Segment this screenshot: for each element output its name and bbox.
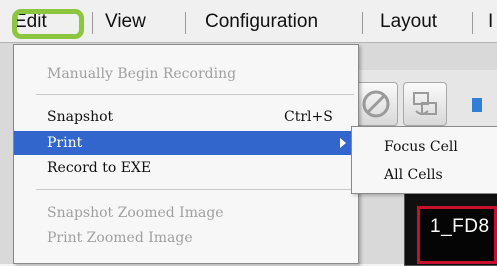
menu-item-shortcut: Ctrl+S — [284, 109, 333, 125]
network-camera-button[interactable] — [403, 82, 447, 126]
video-cell-label: 1_FD8 — [430, 216, 490, 237]
menu-item-label: Record to EXE — [47, 160, 152, 176]
menu-item-label: Print Zoomed Image — [47, 230, 193, 246]
menu-bar: Edit View Configuration Layout I — [0, 0, 497, 43]
menu-view[interactable]: View — [105, 8, 146, 36]
edit-dropdown-menu: Manually Begin Recording Snapshot Ctrl+S… — [13, 44, 359, 264]
menu-edit[interactable]: Edit — [14, 8, 47, 36]
menu-item-manually-begin-recording[interactable]: Manually Begin Recording — [14, 62, 358, 86]
menu-item-print-zoomed-image[interactable]: Print Zoomed Image — [14, 226, 358, 250]
menu-separator — [185, 12, 186, 34]
menu-item-record-to-exe[interactable]: Record to EXE — [14, 156, 358, 180]
menu-separator — [36, 94, 354, 95]
menu-layout[interactable]: Layout — [380, 8, 437, 36]
menu-separator — [472, 12, 473, 34]
menu-item-snapshot[interactable]: Snapshot Ctrl+S — [14, 105, 358, 129]
menu-item-label: Snapshot Zoomed Image — [47, 205, 224, 221]
menu-item-print[interactable]: Print — [14, 131, 358, 155]
menu-item-label: Manually Begin Recording — [47, 66, 237, 82]
menu-separator — [362, 12, 363, 34]
menu-configuration[interactable]: Configuration — [205, 8, 318, 36]
menu-item-label: Print — [47, 135, 83, 151]
menu-partial-item[interactable]: I — [488, 8, 493, 36]
print-submenu: Focus Cell All Cells — [351, 126, 497, 194]
submenu-arrow-icon — [340, 138, 346, 148]
play-icon[interactable] — [472, 98, 482, 112]
menu-separator — [36, 189, 354, 190]
menu-item-label: Snapshot — [47, 109, 114, 125]
submenu-item-focus-cell[interactable]: Focus Cell — [384, 135, 458, 159]
menu-item-snapshot-zoomed-image[interactable]: Snapshot Zoomed Image — [14, 201, 358, 225]
menu-separator — [92, 12, 93, 34]
stop-button[interactable] — [354, 82, 398, 126]
stop-icon — [362, 90, 390, 118]
submenu-item-all-cells[interactable]: All Cells — [384, 163, 443, 187]
network-camera-icon — [413, 92, 437, 115]
